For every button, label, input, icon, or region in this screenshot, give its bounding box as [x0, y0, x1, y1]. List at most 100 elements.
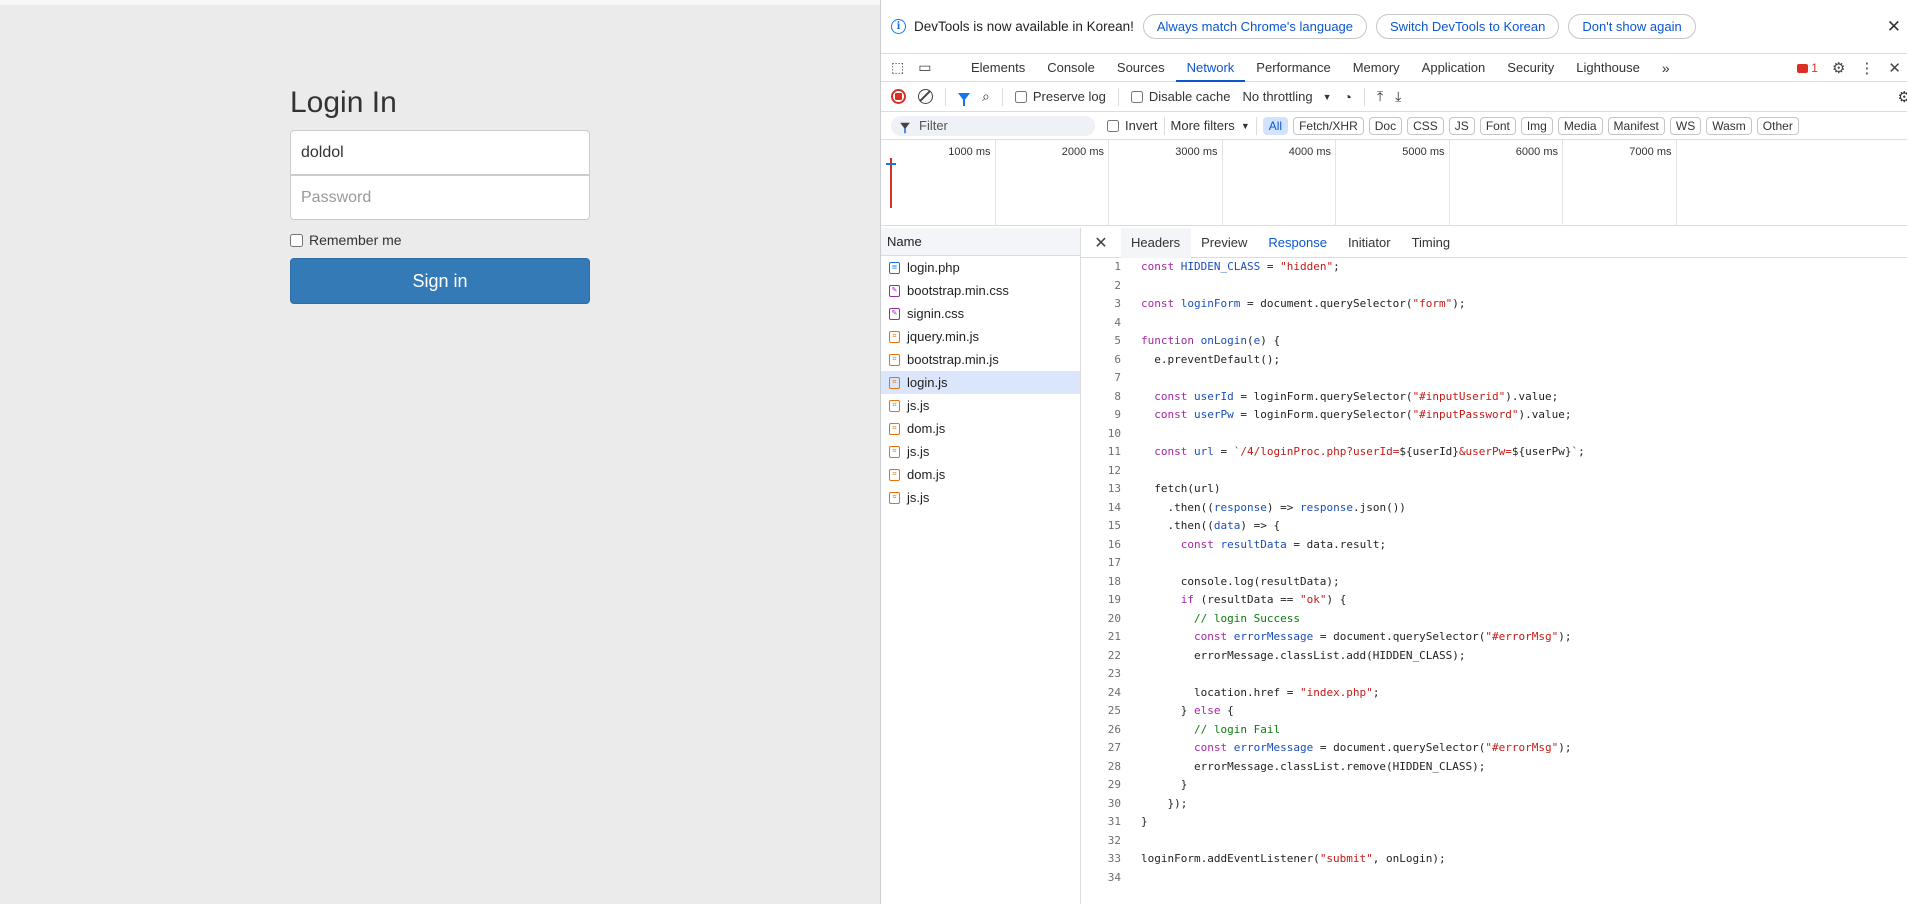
- close-details-icon[interactable]: ✕: [1081, 233, 1121, 253]
- more-filters-select[interactable]: More filters ▼: [1171, 118, 1250, 133]
- filter-chip-font[interactable]: Font: [1479, 116, 1516, 135]
- preserve-log-toggle[interactable]: Preserve log: [1014, 89, 1106, 104]
- disable-cache-toggle[interactable]: Disable cache: [1130, 89, 1230, 104]
- tab-network[interactable]: Network: [1175, 54, 1246, 82]
- remember-checkbox[interactable]: [290, 233, 303, 247]
- detail-tab-preview[interactable]: Preview: [1191, 228, 1258, 258]
- password-input[interactable]: [290, 175, 590, 220]
- close-infobar-icon[interactable]: ✕: [1887, 17, 1901, 37]
- detail-tab-timing[interactable]: Timing: [1402, 228, 1462, 258]
- tab-security[interactable]: Security: [1496, 54, 1565, 82]
- filter-placeholder: Filter: [919, 118, 948, 133]
- throttling-select[interactable]: No throttling ▼: [1242, 89, 1331, 104]
- clear-icon[interactable]: [918, 89, 933, 104]
- inspect-element-icon[interactable]: ⬚: [891, 59, 904, 76]
- record-stop-icon[interactable]: [891, 89, 906, 104]
- more-options-icon[interactable]: ⋮: [1859, 59, 1874, 77]
- code-text: const userId = loginForm.querySelector("…: [1154, 389, 1559, 403]
- remember-me[interactable]: Remember me: [290, 232, 590, 248]
- request-row[interactable]: ✎ bootstrap.min.css: [881, 279, 1080, 302]
- export-har-icon[interactable]: ⤓: [1395, 88, 1401, 105]
- more-tabs-icon[interactable]: »: [1651, 54, 1681, 82]
- response-code-view[interactable]: 1 const HIDDEN_CLASS = "hidden"; 2 3 const l…: [1081, 258, 1907, 904]
- username-input[interactable]: [290, 130, 590, 175]
- network-overview-timeline[interactable]: 1000 ms 2000 ms 3000 ms 4000 ms 5000 ms 6000 …: [881, 140, 1907, 226]
- css-file-icon: ✎: [889, 307, 900, 320]
- request-row[interactable]: ⌗ jquery.min.js: [881, 325, 1080, 348]
- name-column-header[interactable]: Name: [881, 228, 1080, 256]
- filter-chip-all[interactable]: All: [1262, 116, 1289, 135]
- request-row[interactable]: ⌗ dom.js: [881, 417, 1080, 440]
- tab-lighthouse[interactable]: Lighthouse: [1565, 54, 1651, 82]
- filter-chip-other[interactable]: Other: [1756, 116, 1799, 135]
- error-count: 1: [1811, 61, 1818, 75]
- detail-tab-response[interactable]: Response: [1258, 228, 1338, 258]
- tab-sources[interactable]: Sources: [1106, 54, 1176, 82]
- match-language-button[interactable]: Always match Chrome's language: [1142, 14, 1368, 39]
- filter-chip-img[interactable]: Img: [1520, 116, 1553, 135]
- request-row[interactable]: ⌗ js.js: [881, 394, 1080, 417]
- code-text: errorMessage.classList.remove(HIDDEN_CLA…: [1141, 759, 1486, 773]
- detail-tab-initiator[interactable]: Initiator: [1338, 228, 1402, 258]
- dont-show-button[interactable]: Don't show again: [1568, 14, 1696, 39]
- settings-gear-icon[interactable]: ⚙: [1832, 59, 1845, 77]
- error-badge[interactable]: 1: [1797, 61, 1818, 75]
- code-line: 3 const loginForm = document.querySelecto…: [1081, 295, 1907, 314]
- line-number: 25: [1107, 704, 1121, 717]
- request-row[interactable]: ⌗ login.js: [881, 371, 1080, 394]
- disable-cache-checkbox[interactable]: [1130, 90, 1143, 103]
- request-row[interactable]: ⌗ dom.js: [881, 463, 1080, 486]
- search-icon[interactable]: ⌕: [982, 88, 990, 105]
- invert-toggle[interactable]: Invert: [1107, 118, 1158, 133]
- request-row[interactable]: ⌗ bootstrap.min.js: [881, 348, 1080, 371]
- tab-application[interactable]: Application: [1411, 54, 1497, 82]
- switch-language-button[interactable]: Switch DevTools to Korean: [1376, 14, 1560, 39]
- filter-chip-wasm[interactable]: Wasm: [1706, 116, 1752, 135]
- detail-tab-headers[interactable]: Headers: [1121, 227, 1192, 258]
- line-number: 21: [1107, 630, 1121, 643]
- filter-chip-js[interactable]: JS: [1448, 116, 1475, 135]
- line-number: 27: [1107, 741, 1121, 754]
- code-text: });: [1141, 796, 1188, 810]
- timeline-tick-label: 7000 ms: [1629, 146, 1672, 158]
- filter-chip-manifest[interactable]: Manifest: [1607, 116, 1665, 135]
- timeline-gridline: [994, 140, 996, 226]
- js-file-icon: ⌗: [889, 468, 900, 481]
- filter-chip-doc[interactable]: Doc: [1368, 116, 1403, 135]
- resource-type-chips: All Fetch/XHR Doc CSS JS Font Img Media Manifest…: [1262, 116, 1799, 135]
- code-text: }: [1141, 815, 1148, 828]
- signin-button[interactable]: Sign in: [290, 258, 590, 304]
- tab-console[interactable]: Console: [1036, 54, 1106, 82]
- timeline-tick-label: 4000 ms: [1288, 146, 1331, 158]
- request-row[interactable]: ≡ login.php: [881, 256, 1080, 279]
- close-devtools-icon[interactable]: ✕: [1888, 59, 1901, 77]
- request-name: dom.js: [907, 421, 946, 436]
- timeline-marker: [890, 158, 892, 208]
- line-number: 17: [1107, 556, 1121, 569]
- request-row[interactable]: ✎ signin.css: [881, 302, 1080, 325]
- filter-funnel-icon[interactable]: [958, 92, 970, 106]
- filter-input[interactable]: Filter: [891, 115, 1095, 136]
- request-row[interactable]: ⌗ js.js: [881, 440, 1080, 463]
- code-line: 15 .then((data) => {: [1081, 517, 1907, 536]
- preserve-log-checkbox[interactable]: [1014, 90, 1027, 103]
- code-line: 1 const HIDDEN_CLASS = "hidden";: [1081, 258, 1907, 277]
- filter-chip-ws[interactable]: WS: [1669, 116, 1702, 135]
- filter-chip-css[interactable]: CSS: [1407, 116, 1444, 135]
- devtools-tabs: ⬚ ▭ Elements Console Sources Network Perform…: [881, 54, 1907, 82]
- request-row[interactable]: ⌗ js.js: [881, 486, 1080, 509]
- network-settings-icon[interactable]: ⚙: [1898, 88, 1907, 106]
- filter-chip-fetchxhr[interactable]: Fetch/XHR: [1293, 116, 1364, 135]
- device-toolbar-icon[interactable]: ▭: [918, 59, 931, 76]
- tab-memory[interactable]: Memory: [1342, 54, 1411, 82]
- tab-performance[interactable]: Performance: [1245, 54, 1341, 82]
- request-list: Name ≡ login.php ✎ bootstrap.min.css ✎ signin…: [881, 228, 1081, 904]
- filter-chip-media[interactable]: Media: [1557, 116, 1603, 135]
- code-line: 10: [1081, 425, 1907, 444]
- tab-elements[interactable]: Elements: [960, 54, 1036, 82]
- network-conditions-icon[interactable]: ◔: [1344, 89, 1352, 105]
- import-har-icon[interactable]: ⤒: [1377, 88, 1383, 105]
- invert-checkbox[interactable]: [1107, 119, 1119, 132]
